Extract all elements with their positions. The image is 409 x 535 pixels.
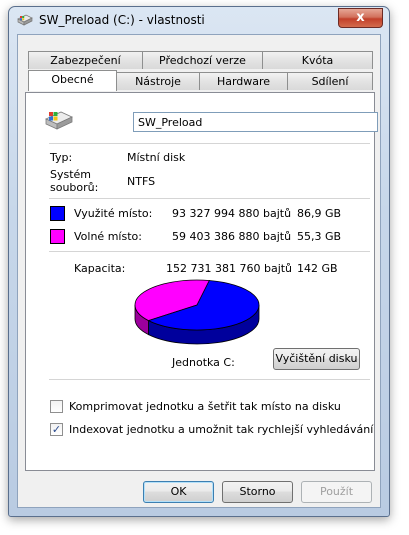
disk-cleanup-button[interactable]: Vyčištění disku [273,348,360,370]
capacity-label: Kapacita: [74,262,126,275]
used-space-swatch [50,206,65,221]
tab-label: Předchozí verze [159,54,246,67]
disk-usage-pie-chart [134,279,260,345]
tab-quota[interactable]: Kvóta [262,51,373,69]
tab-general[interactable]: Obecné [28,70,117,91]
close-icon: x [356,10,365,25]
index-checkbox[interactable]: ✓ [50,423,63,436]
capacity-bytes: 152 731 381 760 bajtů [166,262,293,275]
separator [49,143,370,144]
filesystem-value: NTFS [127,175,156,188]
type-label: Typ: [50,151,73,164]
free-space-label: Volné místo: [74,230,142,243]
checkmark-icon: ✓ [51,423,62,436]
compress-checkbox[interactable] [50,400,63,413]
drive-letter-label: Jednotka C: [172,356,235,369]
filesystem-label-line1: Systém [50,168,92,181]
close-button[interactable]: x [338,8,383,28]
separator [49,251,370,252]
tab-tools[interactable]: Nástroje [116,72,200,90]
type-value: Místní disk [127,151,186,164]
title-bar[interactable]: SW_Preload (C:) - vlastnosti x [9,7,389,33]
button-label: Použít [319,485,354,498]
compress-label: Komprimovat jednotku a šetřit tak místo … [69,400,341,413]
tab-hardware[interactable]: Hardware [199,72,288,90]
tab-previous-versions[interactable]: Předchozí verze [142,51,263,69]
used-space-size: 86,9 GB [297,207,342,220]
tab-sharing[interactable]: Sdílení [287,72,373,90]
free-space-swatch [50,229,65,244]
general-tab-panel: Typ: Místní disk Systém souborů: NTFS Vy… [25,92,378,471]
drive-name-input[interactable] [133,112,378,132]
index-label: Indexovat jednotku a umožnit tak rychlej… [69,423,374,436]
tab-label: Sdílení [311,75,349,88]
separator [49,379,370,380]
tab-label: Nástroje [135,75,181,88]
used-space-bytes: 93 327 994 880 bajtů [172,207,292,220]
capacity-size: 142 GB [297,262,338,275]
free-space-size: 55,3 GB [297,230,342,243]
tab-label: Obecné [51,73,94,86]
separator [49,198,370,199]
free-space-bytes: 59 403 386 880 bajtů [172,230,292,243]
button-label: Vyčištění disku [275,352,358,365]
button-label: OK [170,485,187,498]
tab-label: Hardware [216,75,271,88]
window-title: SW_Preload (C:) - vlastnosti [39,13,205,27]
tab-label: Zabezpečení [50,54,121,67]
used-space-label: Využité místo: [74,207,153,220]
hard-drive-icon [45,111,73,130]
drive-icon [17,14,33,26]
tab-label: Kvóta [301,54,334,67]
ok-button[interactable]: OK [143,481,214,503]
cancel-button[interactable]: Storno [222,481,293,503]
filesystem-label-line2: souborů: [50,181,99,194]
apply-button[interactable]: Použít [301,481,372,503]
properties-window: SW_Preload (C:) - vlastnosti x Zabezpeče… [8,6,390,517]
tab-security[interactable]: Zabezpečení [28,51,143,69]
button-label: Storno [239,485,276,498]
